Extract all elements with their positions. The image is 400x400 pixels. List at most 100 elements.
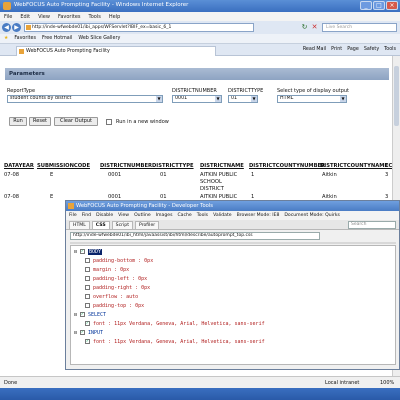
- css-property[interactable]: padding-top : 0px: [85, 302, 144, 310]
- tab-html[interactable]: HTML: [69, 221, 90, 229]
- tab-script[interactable]: Script: [111, 221, 133, 229]
- devtools-menu-document-mode[interactable]: Document Mode: Quirks: [284, 213, 340, 218]
- stylesheet-select[interactable]: http://inde-wfwebde01/ibi_html/javaassis…: [70, 232, 320, 240]
- col-header-districtcountyname: DISTRICTCOUNTYNAME: [320, 163, 388, 169]
- devtools-menu-find[interactable]: Find: [82, 213, 91, 218]
- col-header-submissioncode: SUBMISSIONCODE: [37, 163, 90, 169]
- clear-output-button[interactable]: Clear Output: [54, 117, 98, 126]
- property-checkbox[interactable]: [85, 267, 90, 272]
- devtools-menu-tools[interactable]: Tools: [197, 213, 208, 218]
- url-input[interactable]: http://inde-wfwebde01/ibi_apps/WFServlet…: [24, 23, 254, 32]
- display-output-value: HTML: [280, 96, 294, 101]
- search-input[interactable]: Live Search: [322, 23, 397, 32]
- favorite-link-hotmail[interactable]: Free Hotmail: [42, 36, 72, 41]
- chevron-down-icon: ▼: [340, 96, 346, 102]
- devtools-menu-view[interactable]: View: [118, 213, 129, 218]
- css-property[interactable]: margin : 0px: [85, 266, 129, 274]
- minimize-button[interactable]: _: [360, 1, 372, 10]
- cmd-print[interactable]: Print: [331, 47, 342, 52]
- property-checkbox[interactable]: [85, 258, 90, 263]
- cmd-safety[interactable]: Safety: [364, 47, 379, 52]
- menu-help[interactable]: Help: [109, 14, 120, 20]
- chevron-down-icon: ▼: [156, 96, 162, 102]
- selector-text: SELECT: [88, 312, 107, 318]
- run-button[interactable]: Run: [9, 117, 27, 126]
- tab-label: WebFOCUS Auto Prompting Facility: [26, 49, 110, 54]
- cmd-read-mail[interactable]: Read Mail: [303, 47, 326, 52]
- close-button[interactable]: ×: [386, 1, 398, 10]
- maximize-button[interactable]: □: [373, 1, 385, 10]
- devtools-menu: File Find Disable View Outline Images Ca…: [66, 211, 399, 220]
- rule-checkbox[interactable]: [80, 249, 85, 254]
- cmd-page[interactable]: Page: [347, 47, 359, 52]
- scrollbar-thumb[interactable]: [394, 66, 399, 126]
- property-checkbox[interactable]: [85, 294, 90, 299]
- devtools-menu-cache[interactable]: Cache: [177, 213, 191, 218]
- favorites-button[interactable]: Favorites: [14, 36, 36, 41]
- devtools-menu-outline[interactable]: Outline: [134, 213, 151, 218]
- col-header-datayear: DATAYEAR: [4, 163, 34, 169]
- property-checkbox[interactable]: [85, 276, 90, 281]
- district-type-select[interactable]: 01 ▼: [228, 95, 258, 103]
- devtools-menu-browser-mode[interactable]: Browser Mode: IE8: [237, 213, 280, 218]
- rule-checkbox[interactable]: [80, 312, 85, 317]
- css-rule-input[interactable]: ⊟INPUT: [74, 329, 103, 337]
- table-cell: AITKIN PUBLIC SCHOOL DISTRICT: [200, 172, 238, 192]
- forward-arrow-icon[interactable]: ▶: [12, 23, 21, 32]
- tab-profiler[interactable]: Profiler: [135, 221, 160, 229]
- css-property[interactable]: padding-left : 0px: [85, 275, 147, 283]
- property-text: padding-bottom : 0px: [93, 258, 154, 264]
- menu-view[interactable]: View: [38, 14, 50, 20]
- menu-file[interactable]: File: [4, 14, 12, 20]
- property-checkbox[interactable]: [85, 321, 90, 326]
- browser-tab[interactable]: WebFOCUS Auto Prompting Facility: [16, 46, 216, 56]
- property-checkbox[interactable]: [85, 339, 90, 344]
- url-text: http://inde-wfwebde01/ibi_apps/WFServlet…: [32, 25, 172, 30]
- css-rule-body[interactable]: ⊟BODY: [74, 248, 103, 256]
- table-cell: 3: [385, 172, 389, 178]
- css-property[interactable]: font : 11px Verdana, Geneva, Arial, Helv…: [85, 320, 265, 328]
- refresh-icon[interactable]: ↻: [300, 23, 309, 32]
- new-window-checkbox[interactable]: [106, 119, 112, 125]
- menu-tools[interactable]: Tools: [89, 14, 101, 20]
- rules-divider: [70, 242, 396, 244]
- new-window-label: Run in a new window: [116, 119, 169, 125]
- stop-icon[interactable]: ✕: [310, 23, 319, 32]
- property-checkbox[interactable]: [85, 285, 90, 290]
- rule-checkbox[interactable]: [80, 330, 85, 335]
- chevron-down-icon: ▼: [215, 96, 221, 102]
- menu-edit[interactable]: Edit: [20, 14, 30, 20]
- window-controls: _ □ ×: [360, 1, 398, 10]
- display-output-label: Select type of display output: [277, 88, 350, 94]
- css-rule-select[interactable]: ⊟SELECT: [74, 311, 106, 319]
- back-arrow-icon[interactable]: ◀: [2, 23, 11, 32]
- tab-css[interactable]: CSS: [91, 221, 110, 229]
- report-type-select[interactable]: student counts by district ▼: [7, 95, 163, 103]
- property-text: padding-right : 0px: [93, 285, 151, 291]
- command-bar: Read Mail Print Page Safety Tools: [303, 47, 396, 52]
- district-number-label: DISTRICTNUMBER: [172, 88, 217, 94]
- selector-text: INPUT: [88, 330, 104, 336]
- css-property[interactable]: font : 11px Verdana, Geneva, Arial, Helv…: [85, 338, 265, 346]
- devtools-menu-file[interactable]: File: [69, 213, 77, 218]
- district-number-value: 0001: [175, 96, 188, 101]
- devtools-menu-disable[interactable]: Disable: [96, 213, 113, 218]
- css-property[interactable]: overflow : auto: [85, 293, 138, 301]
- display-output-select[interactable]: HTML ▼: [277, 95, 347, 103]
- district-number-select[interactable]: 0001 ▼: [172, 95, 222, 103]
- devtools-search-input[interactable]: Search: [348, 221, 396, 229]
- devtools-app-icon: [68, 203, 74, 209]
- property-text: overflow : auto: [93, 294, 139, 300]
- css-property[interactable]: padding-bottom : 0px: [85, 257, 153, 265]
- property-text: font : 11px Verdana, Geneva, Arial, Helv…: [93, 339, 265, 345]
- favorite-link-webslice[interactable]: Web Slice Gallery: [78, 36, 120, 41]
- tab-page-icon: [19, 49, 24, 54]
- menu-favorites[interactable]: Favorites: [58, 14, 81, 20]
- property-checkbox[interactable]: [85, 303, 90, 308]
- devtools-menu-validate[interactable]: Validate: [213, 213, 232, 218]
- reset-button[interactable]: Reset: [29, 117, 51, 126]
- css-property[interactable]: padding-right : 0px: [85, 284, 150, 292]
- cmd-tools[interactable]: Tools: [384, 47, 396, 52]
- devtools-menu-images[interactable]: Images: [156, 213, 173, 218]
- favorites-star-icon[interactable]: ★: [4, 36, 8, 41]
